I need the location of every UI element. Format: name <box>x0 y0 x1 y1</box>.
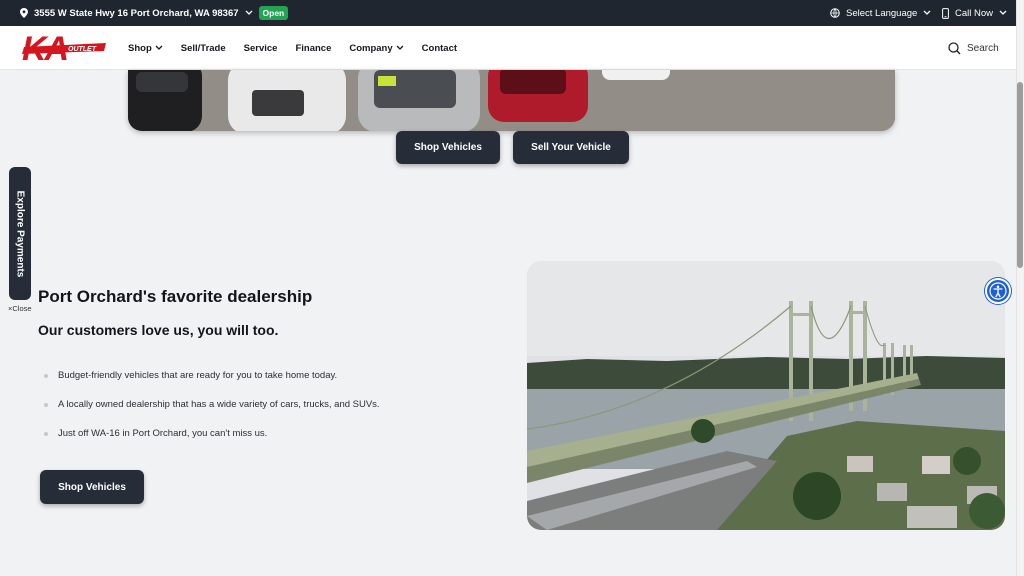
language-label[interactable]: Select Language <box>846 8 917 19</box>
list-item: Just off WA-16 in Port Orchard, you can'… <box>44 428 380 457</box>
nav-item-label[interactable]: Sell/Trade <box>181 43 226 54</box>
chevron-down-icon <box>155 45 163 50</box>
nav-item-sell-trade[interactable]: Sell/Trade <box>181 43 226 54</box>
language-selector[interactable]: Select Language <box>830 0 931 26</box>
nav-item-label[interactable]: Shop <box>128 43 152 54</box>
nav-item-company[interactable]: Company <box>349 43 404 54</box>
sell-your-vehicle-button[interactable]: Sell Your Vehicle <box>513 131 629 164</box>
hero-cars-image <box>128 70 895 131</box>
globe-icon <box>830 8 840 18</box>
list-item: Budget-friendly vehicles that are ready … <box>44 370 380 399</box>
main-nav: KA OUTLET Shop Sell/Trade Service Financ… <box>0 26 1016 70</box>
section-heading: Port Orchard's favorite dealership <box>38 287 313 306</box>
search-icon <box>948 41 961 54</box>
section-subheading: Our customers love us, you will too. <box>38 322 279 338</box>
chevron-down-icon[interactable] <box>245 10 253 16</box>
scrollbar-thumb[interactable] <box>1017 82 1023 268</box>
nav-item-contact[interactable]: Contact <box>422 43 457 54</box>
nav-item-label[interactable]: Contact <box>422 43 457 54</box>
accessibility-button[interactable] <box>985 278 1011 304</box>
chevron-down-icon[interactable] <box>923 10 931 16</box>
bridge-photo <box>527 261 1005 530</box>
nav-item-finance[interactable]: Finance <box>295 43 331 54</box>
chevron-down-icon[interactable] <box>999 10 1007 16</box>
nav-item-label[interactable]: Service <box>244 43 278 54</box>
explore-payments-label[interactable]: Explore Payments <box>15 190 26 277</box>
nav-item-shop[interactable]: Shop <box>128 43 163 54</box>
search-button[interactable]: Search <box>948 26 999 70</box>
chevron-down-icon <box>396 45 404 50</box>
accessibility-icon <box>989 282 1007 300</box>
nav-item-label[interactable]: Finance <box>295 43 331 54</box>
shop-vehicles-button[interactable]: Shop Vehicles <box>40 470 144 504</box>
phone-icon <box>942 7 949 19</box>
nav-item-service[interactable]: Service <box>244 43 278 54</box>
call-now-button[interactable]: Call Now <box>942 0 1007 26</box>
nav-item-label[interactable]: Company <box>349 43 392 54</box>
shop-vehicles-button[interactable]: Shop Vehicles <box>396 131 500 164</box>
close-label[interactable]: Close <box>12 304 31 313</box>
call-label[interactable]: Call Now <box>955 8 993 19</box>
ka-outlet-logo[interactable]: KA OUTLET <box>20 30 108 68</box>
nav-menu: Shop Sell/Trade Service Finance Company … <box>128 26 457 70</box>
status-badge: Open <box>258 6 289 20</box>
address-block[interactable]: 3555 W State Hwy 16 Port Orchard, WA 983… <box>20 0 289 26</box>
feature-list: Budget-friendly vehicles that are ready … <box>44 370 380 457</box>
svg-text:OUTLET: OUTLET <box>68 46 97 53</box>
address-text[interactable]: 3555 W State Hwy 16 Port Orchard, WA 983… <box>34 8 239 19</box>
search-label[interactable]: Search <box>967 43 999 54</box>
top-bar: 3555 W State Hwy 16 Port Orchard, WA 983… <box>0 0 1024 26</box>
map-pin-icon <box>20 8 28 18</box>
explore-payments-tab[interactable]: Explore Payments <box>9 167 31 300</box>
close-side-tab[interactable]: ×Close <box>8 304 32 313</box>
list-item: A locally owned dealership that has a wi… <box>44 399 380 428</box>
